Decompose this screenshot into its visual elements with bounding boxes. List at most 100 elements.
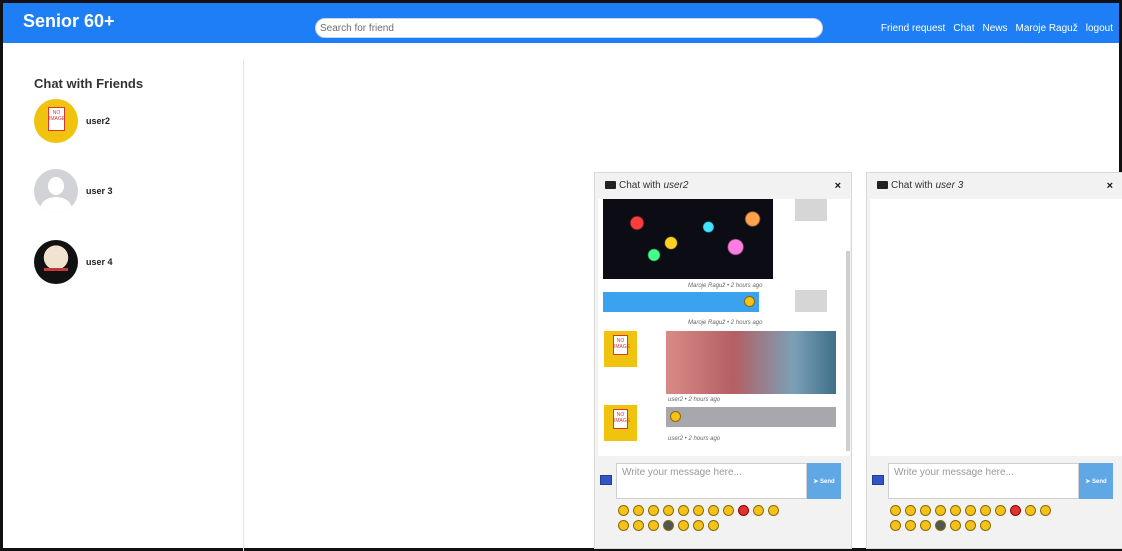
emoji-icon[interactable] <box>693 505 704 516</box>
message-meta: user2 • 2 hours ago <box>668 397 721 403</box>
chat-icon <box>605 181 616 189</box>
chat-header: Chat with user 3 × <box>867 173 1122 199</box>
message-meta: user2 • 2 hours ago <box>668 436 721 442</box>
message-input[interactable] <box>888 463 1079 499</box>
avatar <box>34 240 78 284</box>
emoji-icon[interactable] <box>980 505 991 516</box>
smile-emoji-icon <box>670 411 681 422</box>
emoji-icon[interactable] <box>935 505 946 516</box>
message-list[interactable] <box>870 199 1122 456</box>
emoji-icon[interactable] <box>890 505 901 516</box>
message-image[interactable] <box>666 331 836 394</box>
send-button[interactable]: ➤ Send <box>1079 463 1113 499</box>
sunglasses-emoji-icon[interactable] <box>935 520 946 531</box>
emoji-icon[interactable] <box>618 520 629 531</box>
sender-avatar: NO IMAGE <box>604 405 637 441</box>
emoji-icon[interactable] <box>1040 505 1051 516</box>
profile-link[interactable]: Maroje Raguž <box>1015 23 1077 34</box>
friend-request-link[interactable]: Friend request <box>881 23 945 34</box>
friend-name: user 4 <box>86 257 113 267</box>
emoji-icon[interactable] <box>950 505 961 516</box>
emoji-icon[interactable] <box>648 505 659 516</box>
chat-title-user: user2 <box>663 180 689 191</box>
nav-links: Friend request Chat News Maroje Raguž lo… <box>881 23 1113 34</box>
chat-header: Chat with user2 × <box>595 173 851 199</box>
sender-avatar: NO IMAGE <box>604 331 637 367</box>
chat-title-prefix: Chat with <box>619 180 664 191</box>
emoji-icon[interactable] <box>753 505 764 516</box>
devil-emoji-icon[interactable] <box>1010 505 1021 516</box>
smile-emoji-icon <box>744 296 755 307</box>
emoji-picker <box>618 504 833 534</box>
mask-icon <box>44 268 68 271</box>
devil-emoji-icon[interactable] <box>738 505 749 516</box>
no-image-icon: NO IMAGE <box>613 335 630 355</box>
navbar: Senior 60+ Friend request Chat News Maro… <box>3 3 1119 43</box>
message-image[interactable] <box>603 199 773 279</box>
news-link[interactable]: News <box>982 23 1007 34</box>
message-input[interactable] <box>616 463 807 499</box>
composer: ➤ Send <box>867 463 1122 501</box>
emoji-icon[interactable] <box>633 505 644 516</box>
friend-name: user2 <box>86 116 111 126</box>
message-bubble <box>666 407 836 427</box>
sunglasses-emoji-icon[interactable] <box>663 520 674 531</box>
send-label: Send <box>1092 478 1107 485</box>
send-label: Send <box>820 478 835 485</box>
emoji-icon[interactable] <box>965 520 976 531</box>
silhouette-body <box>40 197 72 213</box>
friend-item-user2[interactable]: NO IMAGE user2 <box>34 97 110 145</box>
emoji-icon[interactable] <box>920 505 931 516</box>
message-meta: Maroje Raguž • 2 hours ago <box>688 283 763 289</box>
emoji-icon[interactable] <box>965 505 976 516</box>
silhouette-icon <box>48 177 64 195</box>
close-icon[interactable]: × <box>835 180 841 192</box>
emoji-icon[interactable] <box>693 520 704 531</box>
no-image-icon: NO IMAGE <box>48 107 65 131</box>
message-meta: Maroje Raguž • 2 hours ago <box>688 320 763 326</box>
image-upload-icon[interactable] <box>600 475 612 485</box>
brand-logo[interactable]: Senior 60+ <box>23 11 115 32</box>
sidebar: Chat with Friends NO IMAGE user2 user 3 u… <box>3 59 244 551</box>
emoji-picker <box>890 504 1105 534</box>
friend-item-user3[interactable]: user 3 <box>34 167 113 215</box>
chat-title-user: user 3 <box>935 180 964 191</box>
emoji-icon[interactable] <box>678 505 689 516</box>
chat-window-user2: Chat with user2 × Maroje Raguž • 2 hours… <box>594 172 852 549</box>
emoji-icon[interactable] <box>663 505 674 516</box>
emoji-icon[interactable] <box>708 505 719 516</box>
avatar <box>34 169 78 213</box>
emoji-icon[interactable] <box>1025 505 1036 516</box>
emoji-icon[interactable] <box>980 520 991 531</box>
close-icon[interactable]: × <box>1107 180 1113 192</box>
composer: ➤ Send <box>595 463 851 501</box>
sender-avatar <box>795 290 827 312</box>
image-upload-icon[interactable] <box>872 475 884 485</box>
no-image-icon: NO IMAGE <box>613 409 630 429</box>
logout-link[interactable]: logout <box>1086 23 1113 34</box>
emoji-icon[interactable] <box>905 520 916 531</box>
scrollbar[interactable] <box>846 251 850 451</box>
send-button[interactable]: ➤ Send <box>807 463 841 499</box>
emoji-icon[interactable] <box>648 520 659 531</box>
chat-title-prefix: Chat with <box>891 180 936 191</box>
emoji-icon[interactable] <box>890 520 901 531</box>
message-bubble <box>603 292 759 312</box>
emoji-icon[interactable] <box>768 505 779 516</box>
chat-link[interactable]: Chat <box>953 23 974 34</box>
emoji-icon[interactable] <box>708 520 719 531</box>
emoji-icon[interactable] <box>723 505 734 516</box>
emoji-icon[interactable] <box>618 505 629 516</box>
friend-item-user4[interactable]: user 4 <box>34 238 113 286</box>
search-input[interactable] <box>315 18 823 38</box>
message-list[interactable]: Maroje Raguž • 2 hours ago Maroje Raguž … <box>598 199 850 456</box>
emoji-icon[interactable] <box>633 520 644 531</box>
emoji-icon[interactable] <box>950 520 961 531</box>
friend-name: user 3 <box>86 186 113 196</box>
sender-avatar <box>795 199 827 221</box>
emoji-icon[interactable] <box>905 505 916 516</box>
emoji-icon[interactable] <box>920 520 931 531</box>
emoji-icon[interactable] <box>678 520 689 531</box>
emoji-icon[interactable] <box>995 505 1006 516</box>
avatar: NO IMAGE <box>34 99 78 143</box>
